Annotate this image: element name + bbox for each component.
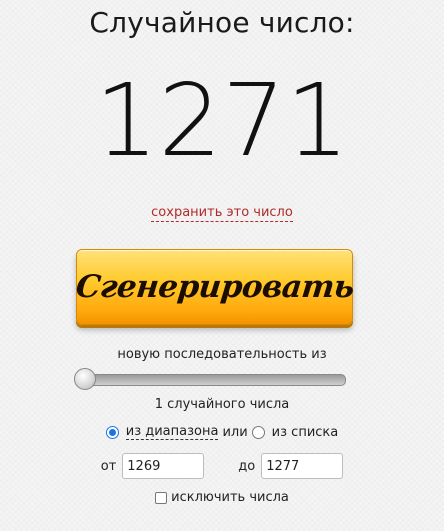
sequence-label: новую последовательность из (117, 347, 327, 362)
page-title: Случайное число: (89, 6, 355, 39)
exclude-label[interactable]: исключить числа (171, 490, 289, 505)
or-label: или (222, 424, 248, 440)
generate-button[interactable]: Сгенерировать (73, 249, 356, 325)
range-radio[interactable] (105, 425, 119, 439)
count-slider-handle[interactable] (74, 368, 96, 390)
count-slider-track[interactable] (79, 374, 346, 386)
exclude-row: исключить числа (0, 490, 444, 505)
range-option-label[interactable]: из диапазона (125, 424, 219, 440)
from-label: от (100, 458, 117, 474)
to-label: до (238, 458, 256, 474)
save-number-row: сохранить это число (0, 205, 444, 222)
range-inputs-row: от до (0, 453, 444, 479)
random-number-display: 1271 (94, 62, 350, 179)
range-from-input[interactable] (122, 453, 205, 479)
range-to-input[interactable] (261, 453, 344, 479)
generate-button-label: Сгенерировать (73, 269, 356, 305)
list-option-label[interactable]: из списка (272, 425, 339, 440)
exclude-checkbox[interactable] (155, 491, 168, 504)
count-label: 1 случайного числа (154, 397, 290, 412)
mode-selector: из диапазона или из списка (0, 424, 444, 440)
list-radio[interactable] (251, 425, 265, 439)
save-number-link[interactable]: сохранить это число (151, 205, 293, 222)
